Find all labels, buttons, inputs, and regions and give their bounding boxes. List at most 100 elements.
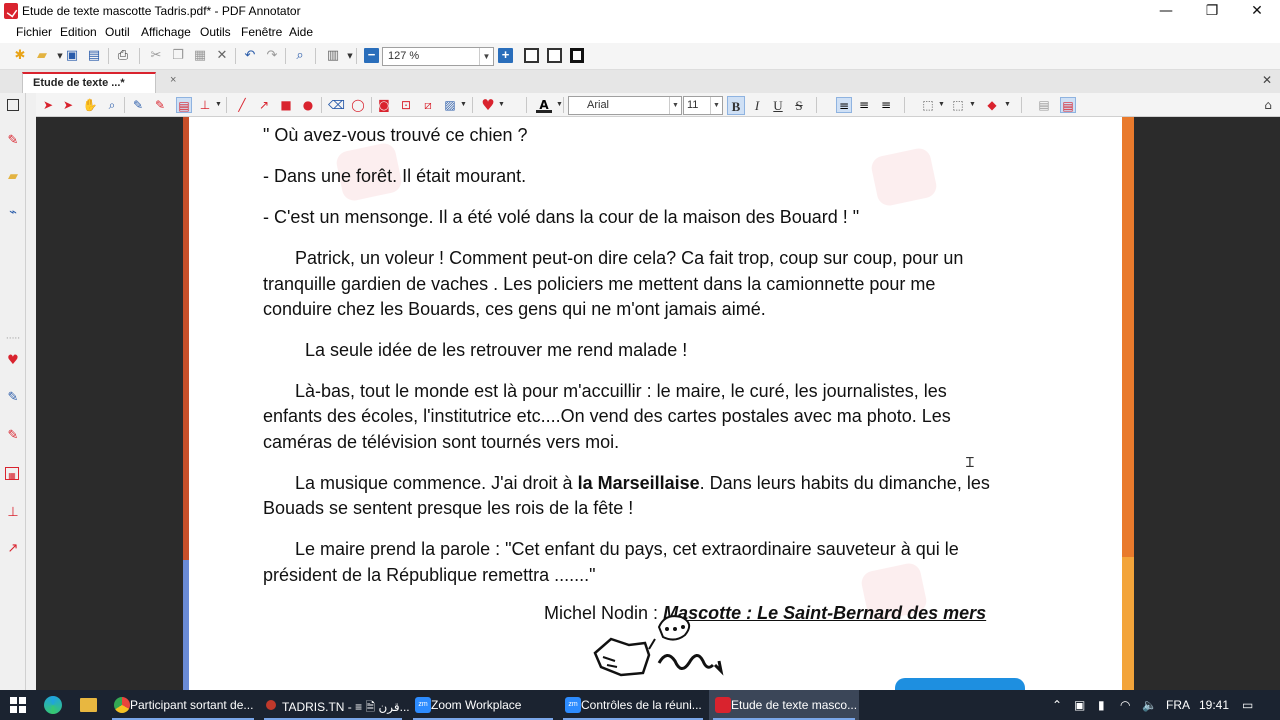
highlighter-tool-icon[interactable]: ✎ [152, 97, 168, 113]
fill-color-dropdown-icon[interactable]: ▼ [1004, 97, 1011, 113]
paste-icon[interactable]: ▦ [192, 48, 208, 64]
menu-outil[interactable]: Outil [105, 25, 130, 39]
print-icon[interactable]: ⎙ [115, 48, 131, 64]
menu-fenetre[interactable]: Fenêtre [241, 25, 282, 39]
zoom-select[interactable]: 127 % ▼ [382, 47, 494, 66]
system-clock[interactable]: 19:41 [1199, 698, 1229, 712]
page-thumbnail-icon[interactable] [7, 99, 19, 111]
ellipse-tool-icon[interactable]: ● [300, 97, 316, 113]
menu-outils[interactable]: Outils [200, 25, 231, 39]
bold-button[interactable]: B [727, 96, 745, 115]
toggle-annotations-icon[interactable]: ▤ [1060, 97, 1076, 113]
undo-icon[interactable]: ↶ [242, 48, 258, 64]
taskbar-item-chrome[interactable]: Participant sortant de... [108, 690, 258, 720]
delete-icon[interactable]: ✕ [214, 48, 230, 64]
camera-tray-icon[interactable]: ▣ [1074, 698, 1085, 712]
volume-tray-icon[interactable]: 🔈 [1142, 698, 1157, 712]
single-page-view-icon[interactable] [524, 48, 539, 63]
tabbar-close-icon[interactable]: ✕ [1262, 73, 1272, 87]
menu-aide[interactable]: Aide [289, 25, 313, 39]
zoom-dropdown-icon[interactable]: ▼ [479, 48, 493, 65]
text-color-icon[interactable]: A [536, 97, 552, 113]
image-dropdown-icon[interactable]: ▼ [460, 97, 467, 113]
eraser-tool-icon[interactable]: ⌫ [328, 97, 345, 113]
line-width-icon[interactable]: ⬚ [950, 97, 966, 113]
notifications-icon[interactable]: ▭ [1242, 698, 1253, 712]
save-icon[interactable]: ▣ [64, 48, 80, 64]
microphone-tray-icon[interactable]: ▮ [1098, 698, 1105, 712]
menu-affichage[interactable]: Affichage [141, 25, 191, 39]
taskbar-item-zoom-workplace[interactable]: zm Zoom Workplace [409, 690, 557, 720]
properties-icon[interactable]: ▤ [1036, 97, 1052, 113]
stamp-dropdown-icon[interactable]: ▼ [215, 97, 222, 113]
text-select-icon[interactable]: ➤ [60, 97, 76, 113]
close-button[interactable]: ✕ [1234, 0, 1280, 22]
pdf-page[interactable]: " Où avez-vous trouvé ce chien ? - Dans … [189, 117, 1122, 690]
page-layout-icon[interactable]: ▥ [325, 48, 341, 64]
fill-color-icon[interactable]: ◆ [984, 97, 1000, 113]
cut-icon[interactable]: ✂ [148, 48, 164, 64]
font-family-select[interactable]: Arial ▼ [568, 96, 682, 115]
full-page-view-icon[interactable] [570, 48, 584, 63]
favorites-dropdown-icon[interactable]: ▼ [498, 97, 505, 113]
zoom-tool-icon[interactable]: ⌕ [104, 97, 120, 113]
align-left-icon[interactable]: ≡ [836, 97, 852, 113]
attachment-icon[interactable]: ⌁ [5, 205, 21, 221]
copy-icon[interactable]: ❐ [170, 48, 186, 64]
windows-start-icon[interactable] [10, 697, 26, 713]
line-tool-icon[interactable]: ╱ [234, 97, 250, 113]
text-color-dropdown-icon[interactable]: ▼ [556, 97, 563, 113]
open-folder-icon[interactable]: ▰ [34, 48, 50, 64]
new-document-icon[interactable]: ✱ [12, 48, 28, 64]
zoom-in-button[interactable]: + [498, 48, 513, 63]
favorites-heart-icon[interactable]: ♥ [5, 353, 21, 369]
crop-tool-icon[interactable]: ⊡ [398, 97, 414, 113]
camera-tool-icon[interactable]: ◙ [376, 97, 392, 113]
font-family-dropdown-icon[interactable]: ▼ [669, 97, 681, 114]
taskbar-item-pdf-annotator[interactable]: Etude de texte masco... [709, 690, 859, 720]
redo-icon[interactable]: ↷ [264, 48, 280, 64]
align-right-icon[interactable]: ≡ [878, 97, 894, 113]
favorite-stamp-icon[interactable]: ⊥ [5, 505, 21, 521]
strikethrough-button[interactable]: S [790, 96, 808, 115]
zoom-out-button[interactable]: − [364, 48, 379, 63]
favorite-stamp-box-icon[interactable]: ▦ [5, 467, 19, 480]
wifi-tray-icon[interactable]: ◠ [1120, 698, 1130, 712]
favorites-heart-tool-icon[interactable]: ♥ [480, 97, 496, 113]
line-width-dropdown-icon[interactable]: ▼ [969, 97, 976, 113]
pen-tool-icon[interactable]: ✎ [130, 97, 146, 113]
document-tab[interactable]: Etude de texte ...* [22, 72, 156, 93]
maximize-button[interactable]: ❐ [1189, 0, 1235, 22]
stamp-tool-icon[interactable]: ⊥ [197, 97, 213, 113]
image-tool-icon[interactable]: ▨ [442, 97, 458, 113]
pen-panel-icon[interactable]: ✎ [5, 133, 21, 149]
taskbar-item-tadris[interactable]: TADRIS.TN - ≡ 🗎 قرن... [260, 690, 410, 720]
find-binoculars-icon[interactable]: ⌕ [292, 48, 308, 64]
favorite-pen-icon[interactable]: ✎ [5, 390, 21, 406]
border-style-dropdown-icon[interactable]: ▼ [938, 97, 945, 113]
minimize-button[interactable]: — [1143, 0, 1189, 22]
align-center-icon[interactable]: ≡ [856, 97, 872, 113]
text-box-tool-icon[interactable]: ▤ [176, 97, 192, 113]
show-hidden-icons-icon[interactable]: ⌃ [1052, 698, 1062, 712]
hand-tool-icon[interactable]: ✋ [82, 97, 98, 113]
edge-browser-icon[interactable] [44, 696, 62, 714]
favorite-arrow-icon[interactable]: ↗ [5, 541, 21, 557]
font-size-dropdown-icon[interactable]: ▼ [710, 97, 722, 114]
menu-fichier[interactable]: Fichier [16, 25, 52, 39]
font-size-select[interactable]: 11 ▼ [683, 96, 723, 115]
border-style-icon[interactable]: ⬚ [920, 97, 936, 113]
save-as-icon[interactable]: ▤ [86, 48, 102, 64]
select-arrow-icon[interactable]: ➤ [40, 97, 56, 113]
file-explorer-icon[interactable] [80, 698, 97, 712]
tab-close-icon[interactable]: × [170, 74, 176, 86]
notes-panel-icon[interactable]: ▰ [5, 169, 21, 185]
lasso-tool-icon[interactable]: ◯ [350, 97, 366, 113]
underline-button[interactable]: U [769, 96, 787, 115]
menu-edition[interactable]: Edition [60, 25, 97, 39]
favorite-marker-icon[interactable]: ✎ [5, 428, 21, 444]
rectangle-tool-icon[interactable]: ■ [278, 97, 294, 113]
collapse-toolbar-icon[interactable]: ⌂ [1260, 97, 1276, 113]
input-language[interactable]: FRA [1166, 698, 1190, 712]
italic-button[interactable]: I [748, 96, 766, 115]
